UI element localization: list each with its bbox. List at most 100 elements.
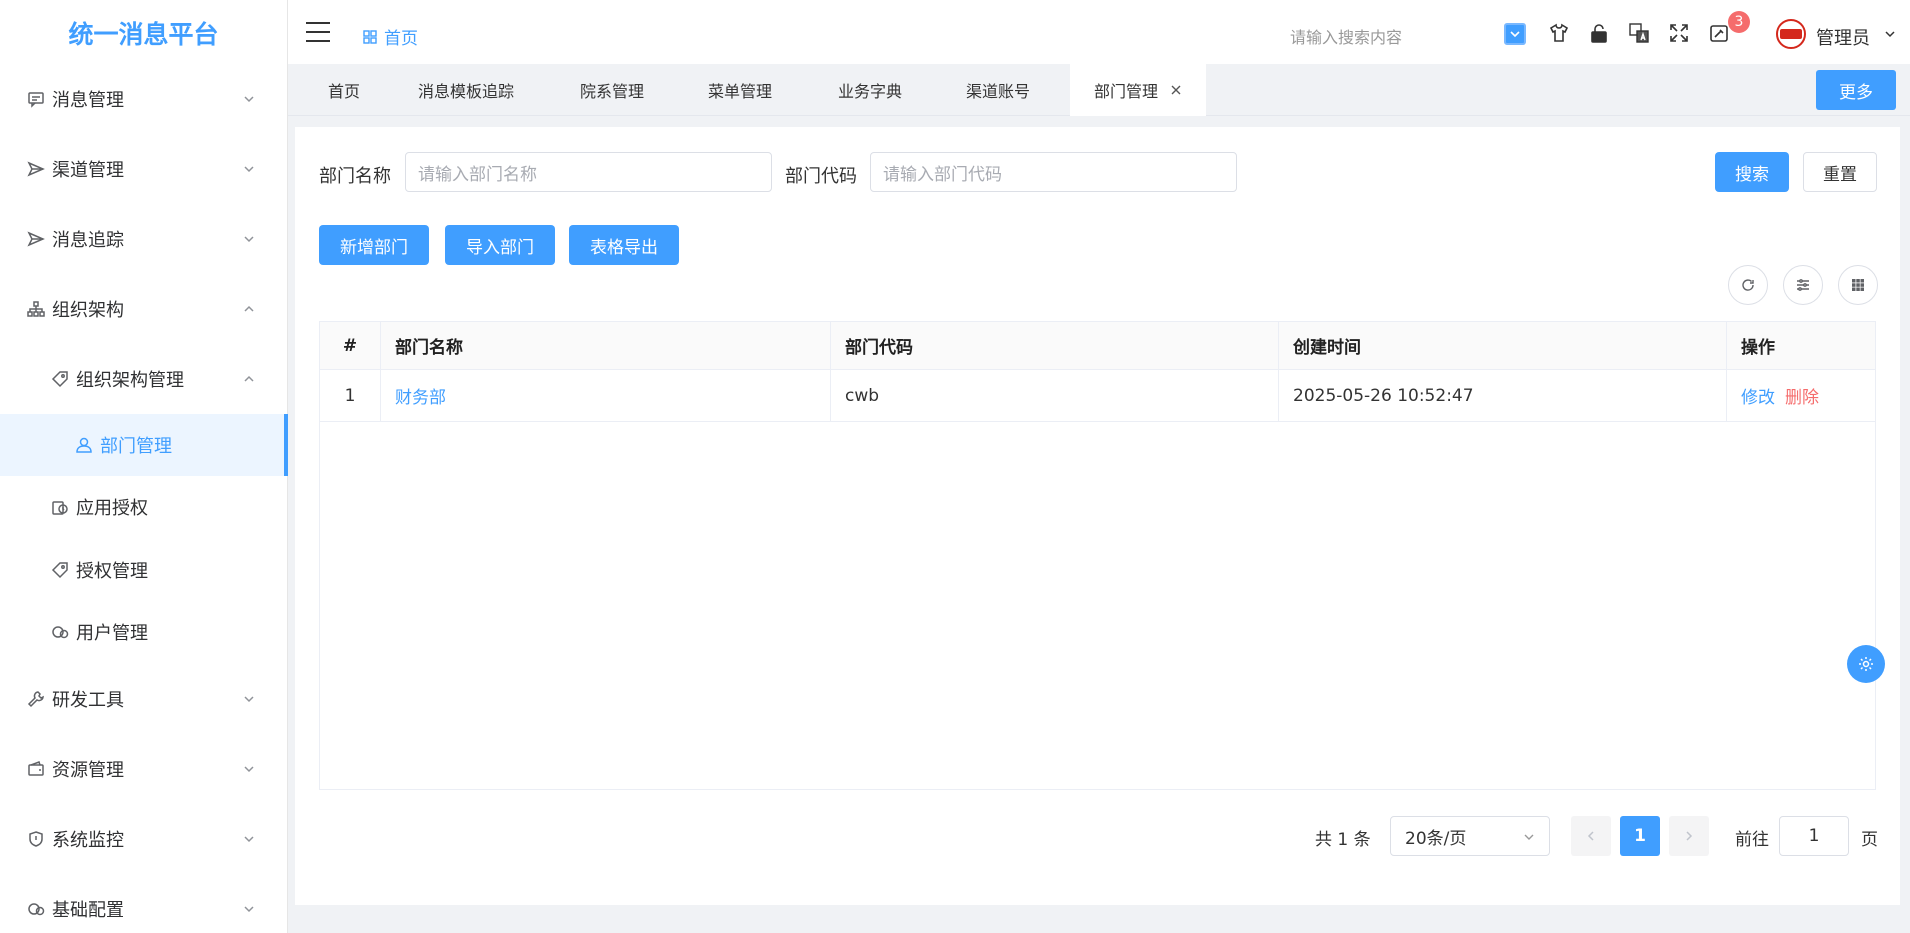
sidebar-item-message-management[interactable]: 消息管理 (0, 68, 288, 130)
checkbox-toggle[interactable] (1504, 23, 1526, 45)
sidebar-item-org-structure-management[interactable]: 组织架构管理 (0, 348, 288, 410)
sidebar-item-user-management[interactable]: 用户管理 (0, 601, 288, 663)
chevron-down-icon (244, 166, 254, 173)
row-dept-name-cell: 财务部 (381, 370, 831, 421)
tab-label: 消息模板追踪 (418, 82, 515, 101)
breadcrumb-home: 首页 (384, 29, 418, 49)
table-header: # 部门名称 部门代码 创建时间 操作 (320, 322, 1875, 370)
tab-label: 院系管理 (580, 82, 645, 101)
pagination-total: 共 1 条 (1315, 830, 1371, 850)
chevron-down-icon (244, 766, 254, 773)
tab-department-faculty[interactable]: 院系管理 (556, 64, 668, 116)
sidebar-item-basic-config[interactable]: 基础配置 (0, 878, 288, 933)
tab-channel-account[interactable]: 渠道账号 (942, 64, 1054, 116)
tools-icon[interactable] (1708, 22, 1730, 44)
tab-business-dictionary[interactable]: 业务字典 (814, 64, 926, 116)
sidebar-item-system-monitor[interactable]: 系统监控 (0, 808, 288, 870)
goto-page-input[interactable]: 1 (1779, 816, 1849, 856)
sidebar-item-dev-tools[interactable]: 研发工具 (0, 668, 288, 730)
sliders-icon (1797, 279, 1809, 291)
tab-home[interactable]: 首页 (304, 64, 384, 116)
reset-button[interactable]: 重置 (1803, 152, 1877, 192)
lock-icon[interactable] (1588, 22, 1610, 44)
sidebar-item-resource-management[interactable]: 资源管理 (0, 738, 288, 800)
delete-link[interactable]: 删除 (1785, 383, 1819, 408)
config-icon (26, 899, 46, 919)
filter-settings-button[interactable] (1783, 265, 1823, 305)
active-indicator (284, 414, 288, 476)
close-icon[interactable] (1170, 84, 1182, 96)
header-search-input[interactable]: 请输入搜索内容 (1290, 24, 1402, 48)
column-header-index: # (320, 322, 381, 369)
breadcrumb[interactable]: 首页 (362, 24, 418, 49)
dept-code-input[interactable]: 请输入部门代码 (870, 152, 1237, 192)
chevron-down-icon[interactable] (1884, 28, 1896, 40)
sidebar-item-label: 授权管理 (76, 561, 148, 582)
column-header-dept-name: 部门名称 (381, 322, 831, 369)
chevron-down-icon (1510, 31, 1520, 38)
tab-message-template-tracking[interactable]: 消息模板追踪 (394, 64, 538, 116)
chevron-up-icon (244, 375, 254, 382)
row-dept-code: cwb (831, 370, 1279, 421)
page-size-value: 20条/页 (1405, 828, 1467, 849)
send-icon (26, 229, 46, 249)
page-size-select[interactable]: 20条/页 (1390, 816, 1550, 856)
menu-toggle-icon[interactable] (306, 22, 330, 42)
sidebar-item-label: 基础配置 (52, 900, 124, 921)
edit-link[interactable]: 修改 (1741, 383, 1775, 408)
wallet-icon (26, 759, 46, 779)
translate-icon[interactable] (1628, 22, 1650, 44)
chevron-down-icon (244, 96, 254, 103)
search-button[interactable]: 搜索 (1715, 152, 1789, 192)
sidebar-item-label: 系统监控 (52, 830, 124, 851)
main-content: 部门名称 请输入部门名称 部门代码 请输入部门代码 搜索 重置 新增部门 导入部… (295, 127, 1900, 905)
tag-icon (50, 369, 70, 389)
goto-label: 前往 (1735, 830, 1769, 850)
app-logo-title: 统一消息平台 (68, 20, 219, 49)
tab-label: 菜单管理 (708, 82, 773, 101)
sidebar-item-message-tracking[interactable]: 消息追踪 (0, 208, 288, 270)
import-dept-button[interactable]: 导入部门 (445, 225, 555, 265)
row-created-time: 2025-05-26 10:52:47 (1279, 370, 1727, 421)
dept-code-label: 部门代码 (785, 166, 857, 187)
sidebar-item-app-authorization[interactable]: 应用授权 (0, 476, 288, 538)
more-button[interactable]: 更多 (1816, 70, 1896, 110)
sidebar-item-label: 部门管理 (100, 436, 172, 457)
chevron-right-icon (1686, 831, 1693, 841)
message-icon (26, 89, 46, 109)
add-dept-button[interactable]: 新增部门 (319, 225, 429, 265)
gear-icon (1859, 657, 1873, 671)
sidebar-item-dept-management[interactable]: 部门管理 (0, 414, 288, 476)
refresh-button[interactable] (1728, 265, 1768, 305)
user-icon (74, 435, 94, 455)
tab-bar: 首页 消息模板追踪 院系管理 菜单管理 业务字典 渠道账号 部门管理 更多 (288, 64, 1910, 116)
shirt-icon[interactable] (1548, 22, 1570, 44)
refresh-icon (1742, 279, 1754, 291)
tab-dept-management[interactable]: 部门管理 (1070, 64, 1207, 116)
tab-menu-management[interactable]: 菜单管理 (684, 64, 796, 116)
dept-name-input[interactable]: 请输入部门名称 (405, 152, 772, 192)
tab-label: 首页 (328, 82, 361, 101)
sidebar-item-label: 用户管理 (76, 623, 148, 644)
column-settings-button[interactable] (1838, 265, 1878, 305)
user-name[interactable]: 管理员 (1816, 24, 1870, 50)
grid-icon (1852, 279, 1864, 291)
table-row: 1 财务部 cwb 2025-05-26 10:52:47 修改 删除 (320, 370, 1875, 422)
sidebar-item-channel-management[interactable]: 渠道管理 (0, 138, 288, 200)
sidebar-item-org-structure[interactable]: 组织架构 (0, 278, 288, 340)
export-table-button[interactable]: 表格导出 (569, 225, 679, 265)
sidebar-item-label: 消息追踪 (52, 230, 124, 251)
settings-float-button[interactable] (1847, 645, 1885, 683)
chevron-down-icon (1524, 834, 1534, 840)
next-page-button[interactable] (1669, 816, 1709, 856)
avatar[interactable] (1776, 19, 1806, 49)
fullscreen-icon[interactable] (1668, 22, 1690, 44)
sidebar-item-label: 资源管理 (52, 760, 124, 781)
sidebar-item-label: 消息管理 (52, 90, 124, 111)
column-header-dept-code: 部门代码 (831, 322, 1279, 369)
page-number-button[interactable]: 1 (1620, 816, 1660, 856)
sidebar-item-authorization-management[interactable]: 授权管理 (0, 539, 288, 601)
prev-page-button[interactable] (1571, 816, 1611, 856)
dept-name-link[interactable]: 财务部 (395, 383, 446, 408)
org-tree-icon (26, 299, 46, 319)
